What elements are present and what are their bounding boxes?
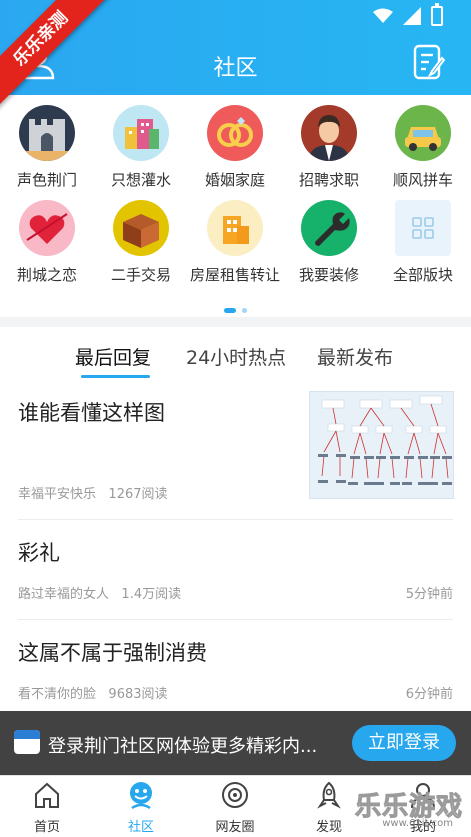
- post-author: 幸福平安快乐: [18, 487, 97, 502]
- post-list-panel: 最后回复 24小时热点 最新发布 谁能看懂这样图 幸福平安快乐 1267阅读 彩…: [0, 327, 471, 777]
- category-label: 婚姻家庭: [204, 171, 265, 189]
- category-grid: 声色荆门 只想灌水 婚姻家庭 招聘求职 顺风拼车 荆城之恋 二手交易 房屋租售转…: [0, 95, 471, 317]
- category-label: 顺风拼车: [392, 171, 453, 189]
- category-label: 房屋租售转让: [189, 266, 280, 284]
- category-label: 我要装修: [298, 266, 359, 284]
- category-item[interactable]: 我要装修: [282, 200, 376, 285]
- nav-label: 首页: [33, 820, 60, 835]
- category-item[interactable]: 婚姻家庭: [188, 105, 282, 190]
- category-item[interactable]: 荆城之恋: [0, 200, 94, 285]
- heart-icon: [19, 200, 75, 256]
- box-icon: [113, 200, 169, 256]
- page-title: 社区: [213, 56, 258, 81]
- community-icon: [130, 782, 152, 810]
- category-item[interactable]: 全部版块: [376, 200, 470, 285]
- post-author: 看不清你的脸: [18, 687, 97, 702]
- nav-friends[interactable]: 网友圈: [188, 780, 282, 835]
- post-meta: 路过幸福的女人 1.4万阅读: [18, 583, 181, 602]
- divider: [18, 519, 453, 520]
- city-building-icon: [113, 105, 169, 161]
- house-icon: [207, 200, 263, 256]
- page-indicator: [0, 300, 471, 319]
- wifi-icon: [373, 8, 393, 23]
- castle-gate-icon: [19, 105, 75, 161]
- signal-icon: [403, 7, 421, 25]
- tab-latest-reply[interactable]: 最后回复: [75, 343, 151, 370]
- businessman-icon: [301, 105, 357, 161]
- divider: [18, 619, 453, 620]
- category-label: 招聘求职: [298, 171, 359, 189]
- category-label: 全部版块: [392, 266, 453, 284]
- category-item[interactable]: 二手交易: [94, 200, 188, 285]
- camera-circle-icon: [222, 782, 248, 808]
- wrench-icon: [301, 200, 357, 256]
- login-banner: 登录荆门社区网体验更多精彩内... 立即登录: [0, 711, 471, 775]
- post-views: 1267阅读: [108, 487, 168, 502]
- battery-icon: [431, 3, 443, 26]
- login-banner-text: 登录荆门社区网体验更多精彩内...: [48, 736, 318, 757]
- tab-bar: 最后回复 24小时热点 最新发布: [0, 327, 471, 383]
- compose-post-icon[interactable]: [413, 44, 445, 80]
- rocket-icon: [317, 781, 341, 809]
- category-item[interactable]: 只想灌水: [94, 105, 188, 190]
- category-item[interactable]: 房屋租售转让: [188, 200, 282, 285]
- status-bar: [373, 3, 443, 26]
- post-views: 1.4万阅读: [121, 587, 182, 602]
- login-button[interactable]: 立即登录: [352, 725, 456, 761]
- watermark-url: www.61it.com: [382, 818, 453, 829]
- post-title: 彩礼: [18, 541, 60, 565]
- post-time: 5分钟前: [405, 587, 453, 602]
- grid-icon: [395, 200, 451, 256]
- tab-24h-hot[interactable]: 24小时热点: [186, 343, 286, 370]
- app-logo-icon: [14, 730, 40, 754]
- nav-label: 网友圈: [215, 820, 255, 835]
- page-dot[interactable]: [242, 308, 247, 313]
- post-author: 路过幸福的女人: [18, 587, 110, 602]
- nav-home[interactable]: 首页: [0, 780, 94, 835]
- page-dot-active[interactable]: [224, 308, 236, 313]
- category-label: 只想灌水: [110, 171, 171, 189]
- watermark: 乐乐游戏 www.61it.com: [345, 786, 465, 834]
- post-title: 这属不属于强制消费: [18, 641, 207, 665]
- category-label: 声色荆门: [16, 171, 77, 189]
- category-label: 二手交易: [110, 266, 171, 284]
- category-item[interactable]: 招聘求职: [282, 105, 376, 190]
- post-meta: 幸福平安快乐 1267阅读: [18, 483, 168, 502]
- post-meta: 看不清你的脸 9683阅读: [18, 683, 168, 702]
- home-icon: [35, 782, 59, 808]
- wedding-rings-icon: [207, 105, 263, 161]
- post-item[interactable]: 这属不属于强制消费 看不清你的脸 9683阅读 6分钟前: [18, 637, 453, 717]
- nav-community[interactable]: 社区: [94, 780, 188, 835]
- post-thumbnail[interactable]: [309, 391, 454, 499]
- category-item[interactable]: 顺风拼车: [376, 105, 470, 190]
- post-item[interactable]: 彩礼 路过幸福的女人 1.4万阅读 5分钟前: [18, 537, 453, 617]
- nav-label: 社区: [127, 820, 154, 835]
- post-views: 9683阅读: [108, 687, 168, 702]
- tab-newest[interactable]: 最新发布: [317, 343, 393, 370]
- car-icon: [395, 105, 451, 161]
- post-time: 6分钟前: [405, 687, 453, 702]
- tab-indicator: [81, 375, 150, 378]
- category-item[interactable]: 声色荆门: [0, 105, 94, 190]
- category-label: 荆城之恋: [16, 266, 77, 284]
